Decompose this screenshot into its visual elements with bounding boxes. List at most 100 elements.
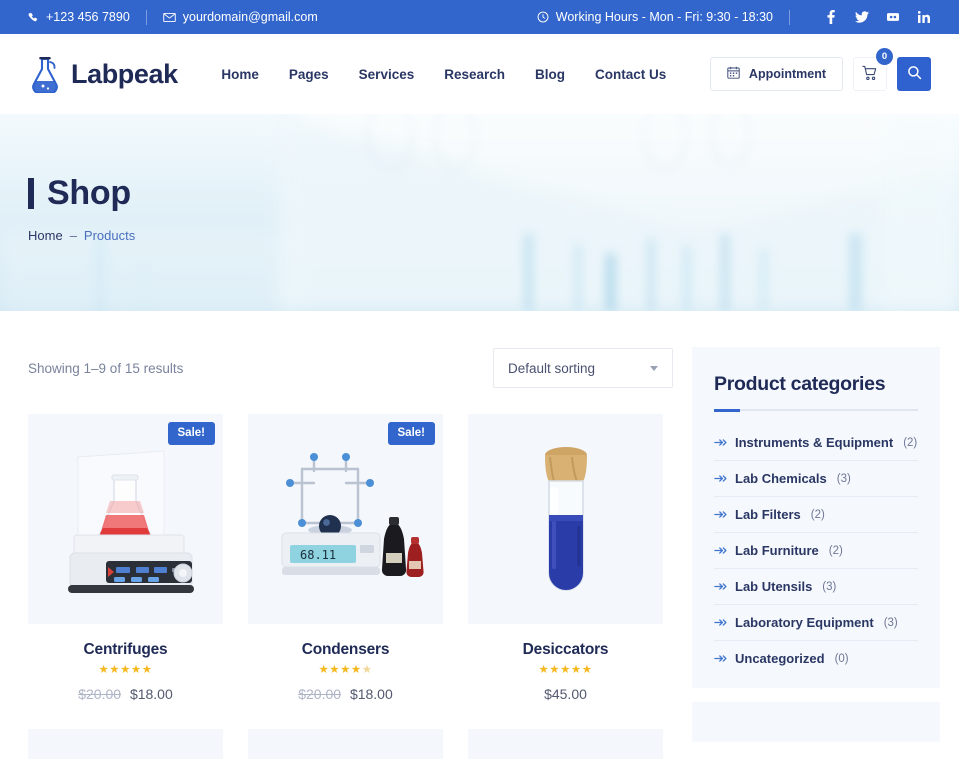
category-count: (3)	[836, 472, 851, 485]
widget-title-underline	[714, 409, 918, 412]
product-grid: Sale! Centrifuges ★★★★★ $20.00 $18.00 68…	[28, 414, 673, 702]
shop-sidebar: Product categories Instruments & Equipme…	[692, 347, 940, 759]
category-label: Lab Chemicals	[735, 471, 827, 486]
calendar-icon	[727, 66, 740, 82]
sorting-selected-label: Default sorting	[508, 360, 596, 376]
category-label: Laboratory Equipment	[735, 615, 874, 630]
double-arrow-icon	[714, 655, 727, 662]
product-categories-widget: Product categories Instruments & Equipme…	[692, 347, 940, 688]
sale-badge: Sale!	[387, 422, 435, 445]
product-card[interactable]: 68.11 Sale! Condensers ★★★★★ $20.00 $18.…	[248, 414, 443, 702]
category-item-lab-filters[interactable]: Lab Filters (2)	[714, 497, 918, 533]
nav-item-pages[interactable]: Pages	[289, 67, 329, 82]
brand-name: Labpeak	[71, 58, 178, 89]
page-title-text: Shop	[47, 174, 131, 212]
product-rating: ★★★★★	[98, 664, 153, 676]
category-count: (2)	[810, 508, 825, 521]
nav-item-blog[interactable]: Blog	[535, 67, 565, 82]
breadcrumb-separator: –	[69, 228, 77, 243]
product-title[interactable]: Condensers	[248, 641, 443, 659]
product-price: $20.00 $18.00	[28, 686, 223, 702]
sidebar-widget-partial	[692, 702, 940, 742]
nav-item-services[interactable]: Services	[359, 67, 415, 82]
svg-text:68.11: 68.11	[300, 548, 336, 562]
category-item-lab-furniture[interactable]: Lab Furniture (2)	[714, 533, 918, 569]
site-header: Labpeak Home Pages Services Research Blo…	[0, 34, 959, 114]
working-hours-text: Working Hours - Mon - Fri: 9:30 - 18:30	[555, 10, 773, 24]
product-price: $45.00	[468, 686, 663, 702]
category-item-instruments-equipment[interactable]: Instruments & Equipment (2)	[714, 425, 918, 461]
main-area: Showing 1–9 of 15 results Default sortin…	[0, 311, 959, 759]
category-label: Lab Utensils	[735, 579, 813, 594]
flickr-icon[interactable]	[886, 10, 900, 25]
product-grid-next-row	[28, 728, 673, 759]
product-rating: ★★★★★	[538, 664, 593, 676]
social-links	[824, 10, 931, 25]
category-count: (2)	[828, 544, 843, 557]
nav-item-contact-us[interactable]: Contact Us	[595, 67, 666, 82]
results-count: Showing 1–9 of 15 results	[28, 360, 184, 376]
product-sale-price: $18.00	[129, 685, 173, 702]
double-arrow-icon	[714, 547, 727, 554]
product-image[interactable]: 68.11 Sale!	[248, 414, 443, 624]
category-item-uncategorized[interactable]: Uncategorized (0)	[714, 641, 918, 676]
appointment-button[interactable]: Appointment	[709, 57, 843, 91]
product-sale-price: $18.00	[349, 685, 393, 702]
facebook-icon[interactable]	[824, 10, 838, 25]
category-count: (2)	[903, 436, 918, 449]
product-image[interactable]	[468, 414, 663, 624]
sorting-select[interactable]: Default sorting	[493, 348, 673, 388]
product-card-partial[interactable]	[28, 728, 223, 759]
linkedin-icon[interactable]	[917, 10, 931, 25]
twitter-icon[interactable]	[855, 10, 869, 25]
breadcrumb-current: Products	[83, 228, 136, 243]
shop-toolbar: Showing 1–9 of 15 results Default sortin…	[28, 347, 673, 389]
product-card[interactable]: Sale! Centrifuges ★★★★★ $20.00 $18.00	[28, 414, 223, 702]
appointment-label: Appointment	[748, 67, 826, 81]
breadcrumb-home[interactable]: Home	[28, 228, 63, 243]
logo[interactable]: Labpeak	[28, 55, 178, 93]
product-title[interactable]: Centrifuges	[28, 641, 223, 659]
phone-text: +123 456 7890	[46, 10, 130, 24]
phone-icon	[28, 12, 39, 23]
email-text: yourdomain@gmail.com	[182, 10, 318, 24]
chevron-down-icon	[650, 365, 658, 371]
double-arrow-icon	[714, 619, 727, 626]
product-card-partial[interactable]	[468, 728, 663, 759]
cart-count-badge: 0	[876, 48, 893, 65]
cart-icon	[862, 65, 878, 84]
search-icon	[907, 65, 922, 83]
product-old-price: $20.00	[78, 685, 122, 702]
category-item-lab-chemicals[interactable]: Lab Chemicals (3)	[714, 461, 918, 497]
category-item-lab-utensils[interactable]: Lab Utensils (3)	[714, 569, 918, 605]
product-info: Condensers ★★★★★ $20.00 $18.00	[248, 624, 443, 702]
title-accent-bar	[28, 178, 34, 209]
double-arrow-icon	[714, 439, 727, 446]
flask-logo-icon	[28, 55, 62, 93]
category-item-laboratory-equipment[interactable]: Laboratory Equipment (3)	[714, 605, 918, 641]
category-count: (3)	[822, 580, 837, 593]
search-button[interactable]	[897, 57, 931, 91]
email-item[interactable]: yourdomain@gmail.com	[163, 10, 318, 24]
shop-content: Showing 1–9 of 15 results Default sortin…	[28, 347, 673, 759]
product-card-partial[interactable]	[248, 728, 443, 759]
phone-item[interactable]: +123 456 7890	[28, 10, 130, 24]
cart-widget: 0	[853, 48, 893, 91]
product-rating: ★★★★★	[318, 664, 373, 676]
working-hours-item: Working Hours - Mon - Fri: 9:30 - 18:30	[537, 10, 773, 24]
nav-item-research[interactable]: Research	[444, 67, 505, 82]
product-image[interactable]: Sale!	[28, 414, 223, 624]
category-label: Instruments & Equipment	[735, 435, 894, 450]
product-title[interactable]: Desiccators	[468, 641, 663, 659]
product-card[interactable]: Desiccators ★★★★★ $45.00	[468, 414, 663, 702]
product-price: $20.00 $18.00	[248, 686, 443, 702]
double-arrow-icon	[714, 475, 727, 482]
category-label: Lab Furniture	[735, 543, 819, 558]
top-bar-contact: +123 456 7890 yourdomain@gmail.com	[28, 9, 318, 25]
product-old-price: $20.00	[298, 685, 342, 702]
envelope-icon	[163, 12, 176, 23]
page-title: Shop	[28, 174, 931, 213]
double-arrow-icon	[714, 511, 727, 518]
divider	[145, 9, 147, 25]
nav-item-home[interactable]: Home	[221, 67, 259, 82]
